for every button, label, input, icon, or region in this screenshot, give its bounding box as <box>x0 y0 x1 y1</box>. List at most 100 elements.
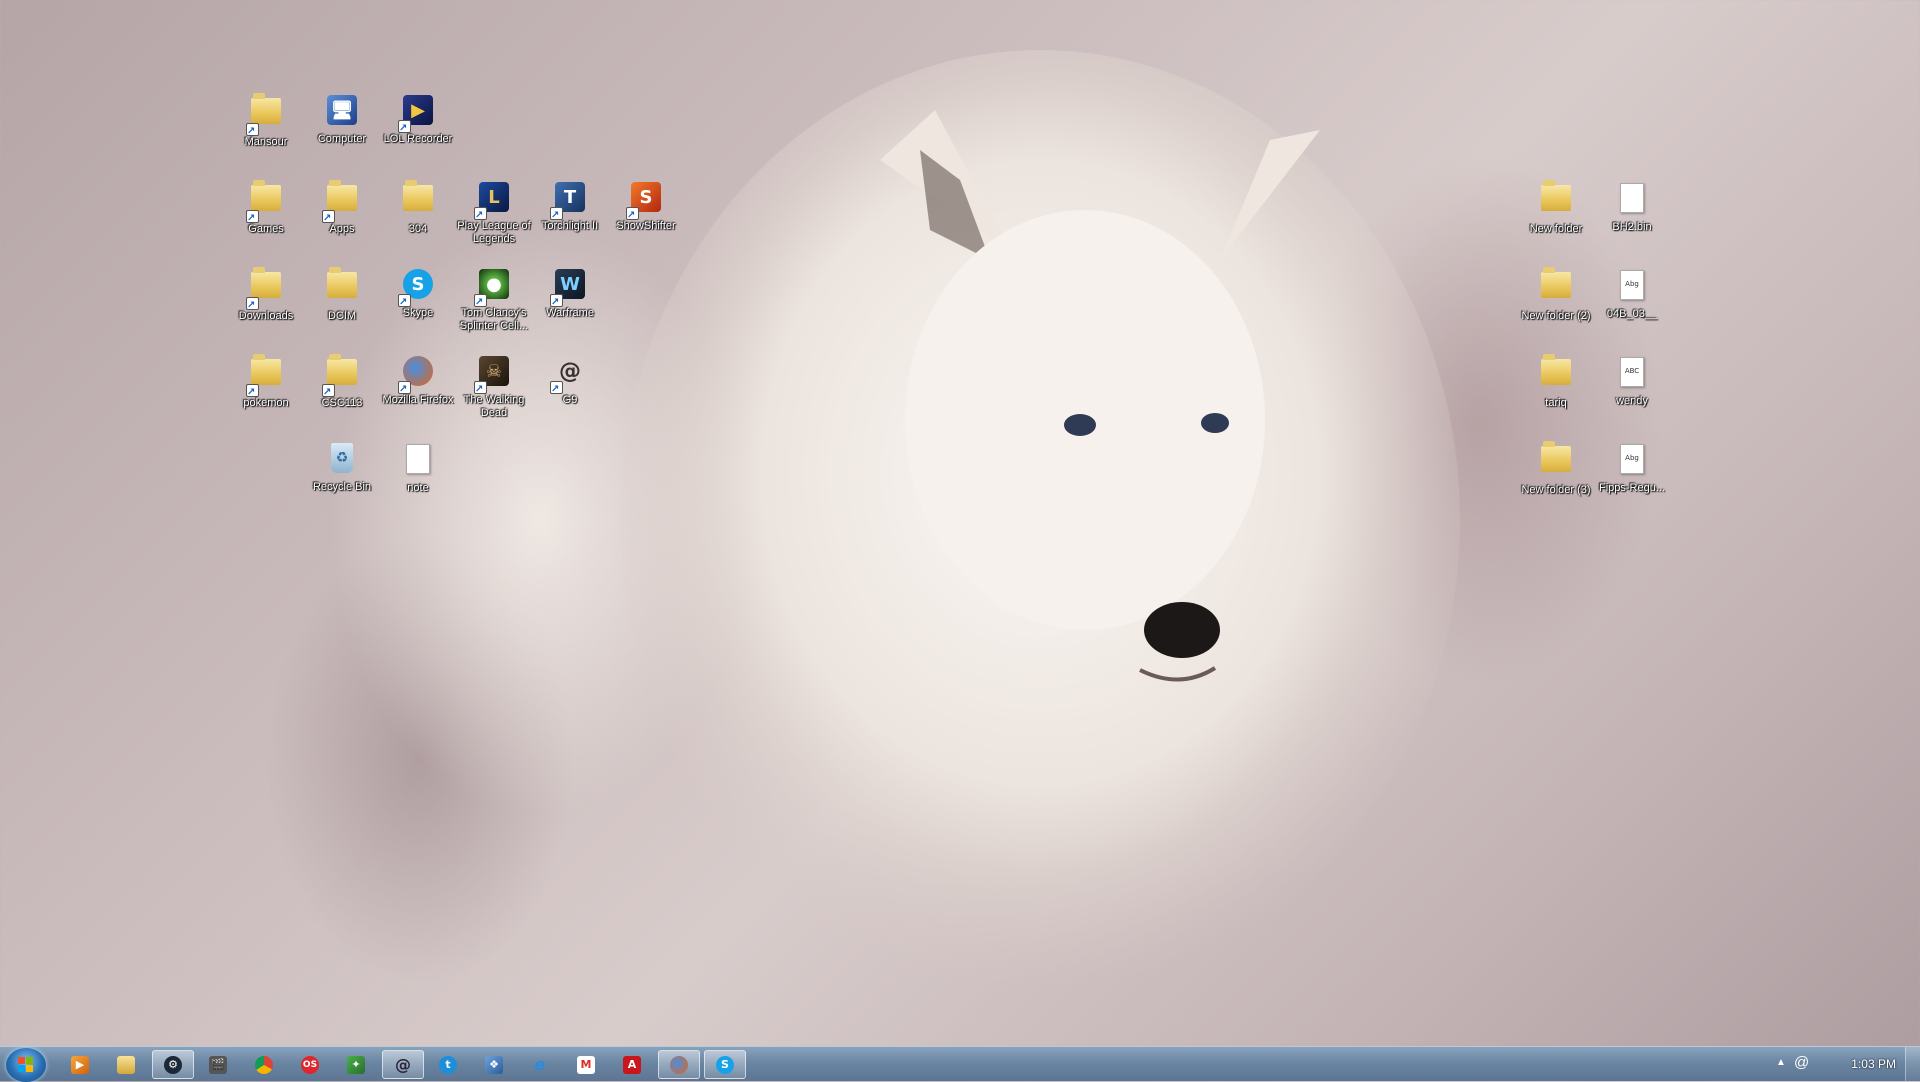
desktop-icon-csc113[interactable]: CSC113 <box>304 353 380 410</box>
desktop-icon-label: DCIM <box>327 310 357 322</box>
desktop-icon-recycle-bin[interactable]: ♻ Recycle Bin <box>304 440 380 494</box>
desktop-icon-wendy[interactable]: ABC wendy <box>1594 353 1670 408</box>
taskbar-g9[interactable]: @ <box>382 1050 424 1079</box>
desktop-icon-label: 304 <box>408 223 428 235</box>
g9-icon: @ <box>395 1055 411 1074</box>
acrobat-icon: A <box>623 1055 641 1074</box>
showshifter-icon: S <box>626 182 664 221</box>
desktop-icon-label: 04B_03__ <box>1606 308 1658 320</box>
walking-dead-icon: ☠ <box>474 356 512 395</box>
desktop-icon-label: Torchlight II <box>541 220 599 232</box>
desktop-icon-label: Recycle Bin <box>312 481 372 493</box>
taskbar-internet-explorer[interactable]: e <box>520 1050 560 1079</box>
internet-explorer-icon: e <box>534 1055 546 1074</box>
start-button[interactable] <box>6 1048 46 1082</box>
desktop-icon-mansour[interactable]: Mansour <box>228 92 304 149</box>
desktop-icon-computer[interactable]: 🖥 Computer <box>304 92 380 146</box>
show-desktop-button[interactable] <box>1905 1047 1920 1081</box>
desktop-icon-splinter-cell[interactable]: ● Tom Clancy's Splinter Cell... <box>456 266 532 333</box>
folder-icon <box>1538 180 1574 221</box>
desktop-icon-label: CSC113 <box>321 397 363 409</box>
desktop-icon-label: Games <box>248 223 284 235</box>
gmail-icon: M <box>577 1055 595 1074</box>
desktop-icon-mozilla-firefox[interactable]: Mozilla Firefox <box>380 353 456 407</box>
taskbar-utorrent[interactable]: t <box>428 1050 468 1079</box>
desktop-icon-play-league-of-legends[interactable]: L Play League of Legends <box>456 179 532 246</box>
desktop-icon-skype[interactable]: S Skype <box>380 266 456 320</box>
desktop-icon-downloads[interactable]: Downloads <box>228 266 304 323</box>
show-hidden-icons-arrow-icon[interactable]: ▲ <box>1776 1057 1786 1068</box>
g9-tray-icon[interactable]: @ <box>1794 1054 1809 1071</box>
media-player-icon: ▶ <box>71 1055 89 1074</box>
taskbar-movie-maker[interactable]: 🎬 <box>198 1050 238 1079</box>
desktop-icon-label: BH2.bin <box>1612 221 1652 233</box>
desktop-icon-lol-recorder[interactable]: ▶ LOL Recorder <box>380 92 456 146</box>
desktop-icon-label: Computer <box>317 133 367 145</box>
desktop-icon-label: G9 <box>562 394 578 406</box>
desktop-icon-label: New folder (3) <box>1521 484 1591 496</box>
taskbar-chrome[interactable] <box>244 1050 284 1079</box>
folder-icon <box>322 180 360 224</box>
text-file-icon <box>400 444 436 480</box>
taskbar-explorer[interactable] <box>106 1050 146 1079</box>
utorrent-icon: t <box>439 1055 457 1074</box>
taskbar-steam[interactable]: ⚙ <box>152 1050 194 1079</box>
taskbar-opera[interactable]: OS <box>290 1050 330 1079</box>
desktop-icon-304[interactable]: 304 <box>380 179 456 236</box>
desktop-icon-note[interactable]: note <box>380 440 456 495</box>
desktop-icon-new-folder-3[interactable]: New folder (3) <box>1518 440 1594 497</box>
desktop-icon-label: Fipps-Regu... <box>1598 482 1666 494</box>
desktop-icon-new-folder-2[interactable]: New folder (2) <box>1518 266 1594 323</box>
font-file-icon: Abg <box>1614 444 1650 480</box>
desktop-icon-label: Skype <box>402 307 434 319</box>
desktop-icon-torchlight-ii[interactable]: T Torchlight II <box>532 179 608 233</box>
firefox-icon <box>398 356 436 395</box>
folder-icon <box>1538 267 1574 308</box>
desktop-icon-label: note <box>407 482 429 494</box>
desktop-icon-label: Mozilla Firefox <box>382 394 454 406</box>
user-folder-icon <box>246 93 284 137</box>
folder-icon <box>1538 354 1574 395</box>
desktop-icon-new-folder[interactable]: New folder <box>1518 179 1594 236</box>
folder-icon <box>246 180 284 224</box>
taskbar-paint[interactable]: ✦ <box>336 1050 376 1079</box>
clock[interactable]: 1:03 PM <box>1851 1057 1896 1071</box>
desktop-icon-bh2-bin[interactable]: BH2.bin <box>1594 179 1670 234</box>
taskbar-acrobat[interactable]: A <box>612 1050 652 1079</box>
desktop-icon-fipps-regular[interactable]: Abg Fipps-Regu... <box>1594 440 1670 495</box>
folder-icon <box>324 267 360 308</box>
skype-icon: S <box>716 1055 734 1074</box>
taskbar-firefox[interactable] <box>658 1050 700 1079</box>
desktop-icon-label: New folder <box>1529 223 1583 235</box>
windows-logo-icon <box>18 1057 34 1073</box>
file-icon <box>1614 183 1650 219</box>
desktop-icon-label: tariq <box>1545 397 1567 409</box>
desktop-icon-tariq[interactable]: tariq <box>1518 353 1594 410</box>
desktop-icon-showshifter[interactable]: S ShowShifter <box>608 179 684 233</box>
taskbar-media-player[interactable]: ▶ <box>60 1050 100 1079</box>
computer-icon: 🖥 <box>324 95 360 131</box>
recycle-bin-icon: ♻ <box>324 443 360 479</box>
desktop-icon-label: LOL Recorder <box>383 133 453 145</box>
steam-icon: ⚙ <box>164 1055 182 1074</box>
g9-icon: @ <box>550 356 588 395</box>
desktop-icon-apps[interactable]: Apps <box>304 179 380 236</box>
desktop-icon-label: Downloads <box>238 310 294 322</box>
desktop-icon-04b-03[interactable]: Abg 04B_03__ <box>1594 266 1670 321</box>
firefox-icon <box>670 1055 688 1074</box>
taskbar-gmail[interactable]: M <box>566 1050 606 1079</box>
desktop-icon-dcim[interactable]: DCIM <box>304 266 380 323</box>
desktop-icon-pokemon[interactable]: pokemon <box>228 353 304 410</box>
desktop-icon-warframe[interactable]: W Warframe <box>532 266 608 320</box>
taskbar-skype[interactable]: S <box>704 1050 746 1079</box>
app-icon: ❖ <box>485 1055 503 1074</box>
lol-recorder-icon: ▶ <box>398 95 436 134</box>
movie-maker-icon: 🎬 <box>209 1055 227 1074</box>
desktop-icon-label: ShowShifter <box>616 220 676 232</box>
desktop-icon-g9[interactable]: @ G9 <box>532 353 608 407</box>
desktop-icon-the-walking-dead[interactable]: ☠ The Walking Dead <box>456 353 532 420</box>
league-icon: L <box>474 182 512 221</box>
desktop-icon-games[interactable]: Games <box>228 179 304 236</box>
taskbar-app[interactable]: ❖ <box>474 1050 514 1079</box>
explorer-icon <box>117 1055 135 1074</box>
